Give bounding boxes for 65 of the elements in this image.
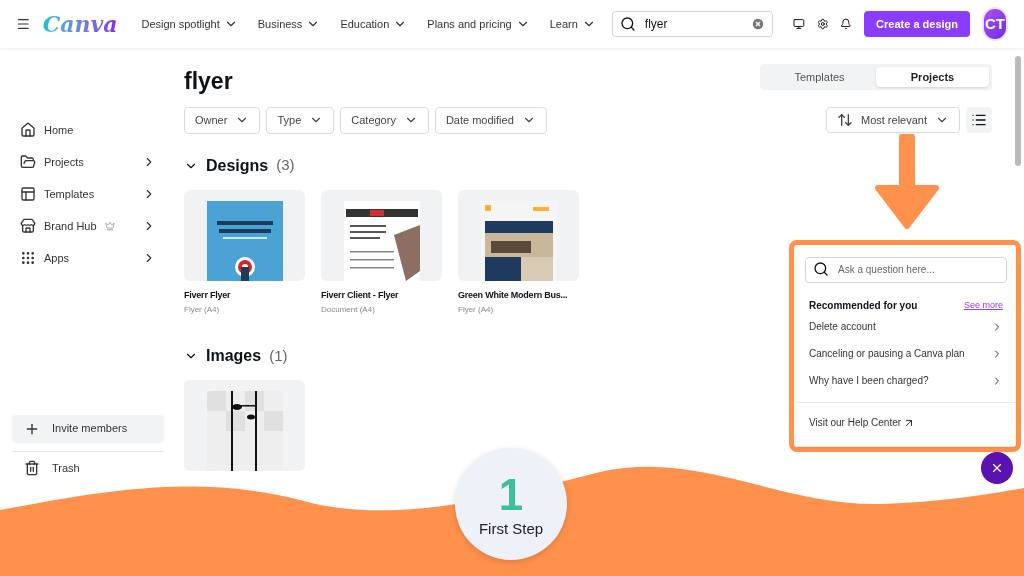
filter-dropdown[interactable]: Category [340,106,429,134]
section-title: Images [206,346,262,366]
design-type: Document (A4) [321,304,376,316]
sidebar-item[interactable]: Trash [12,459,92,476]
nav-menu[interactable]: Learn [545,15,600,33]
nav-menu[interactable]: Education [336,15,412,33]
section-count: (3) [276,155,295,176]
help-article[interactable]: Canceling or pausing a Canva plan [805,340,1007,367]
list-icon [971,112,987,128]
sidebar-item[interactable]: Projects [12,146,164,178]
sidebar-item[interactable]: Apps [12,242,164,274]
step-number: 1 [498,472,524,517]
sort-dropdown[interactable]: Most relevant [825,107,960,133]
filter-dropdown[interactable]: Date modified [434,106,547,134]
design-type: Flyer (A4) [458,304,495,316]
templates-icon [20,186,36,202]
nav-menu[interactable]: Design spotlight [137,15,242,33]
design-title[interactable]: Fiverr Client - Flyer [321,288,442,302]
help-center-link[interactable]: Visit our Help Center [805,415,1007,430]
bell-icon[interactable] [840,16,853,32]
sidebar-item[interactable]: Home [12,114,164,146]
view-tab[interactable]: Templates [763,67,876,87]
create-design-button[interactable]: Create a design [864,11,971,37]
search-icon [813,261,829,277]
monitor-icon[interactable] [792,16,805,32]
sidebar-item[interactable]: Templates [12,178,164,210]
thumbnail-card[interactable] [184,380,305,471]
view-tab[interactable]: Projects [876,67,989,87]
design-type: Flyer (A4) [184,304,221,316]
see-more-link[interactable]: See more [963,298,1003,313]
brand-icon [20,218,36,234]
close-icon [990,461,1004,475]
home-icon [20,122,36,138]
filter-dropdown[interactable]: Type [266,106,335,134]
nav-menu[interactable]: Business [253,15,325,33]
help-article[interactable]: Why have I been charged? [805,367,1007,394]
apps-icon [20,250,36,266]
list-view-button[interactable] [966,107,992,133]
invite-members-button[interactable]: Invite members [12,414,164,443]
sort-icon [836,112,853,128]
thumbnail-card[interactable] [184,189,305,281]
projects-icon [20,154,36,170]
thumbnail-card[interactable] [321,189,442,281]
recommended-heading: Recommended for you [809,299,918,313]
scrollbar[interactable] [1015,56,1021,166]
clear-icon[interactable] [750,17,765,31]
section-title: Designs [206,155,269,176]
avatar[interactable]: CT [982,7,1008,41]
trash-icon [24,459,40,476]
filter-dropdown[interactable]: Owner [184,106,261,134]
step-label: First Step [478,520,544,536]
crown-icon [104,221,115,231]
thumbnail-card[interactable] [458,189,579,281]
sidebar-item[interactable]: Brand Hub [12,210,164,242]
close-button[interactable] [981,452,1013,484]
nav-menu[interactable]: Plans and pricing [423,15,534,33]
search-icon [619,16,636,32]
section-count: (1) [269,345,288,366]
settings-icon[interactable] [816,16,829,32]
search-field[interactable]: flyer [611,11,773,37]
help-article[interactable]: Delete account [805,313,1007,340]
question-field[interactable]: Ask a question here... [805,256,1007,283]
design-title[interactable]: Green White Modern Bus... [458,288,579,302]
design-title[interactable]: Fiverr Flyer [184,288,305,302]
page-title: flyer [184,67,233,96]
